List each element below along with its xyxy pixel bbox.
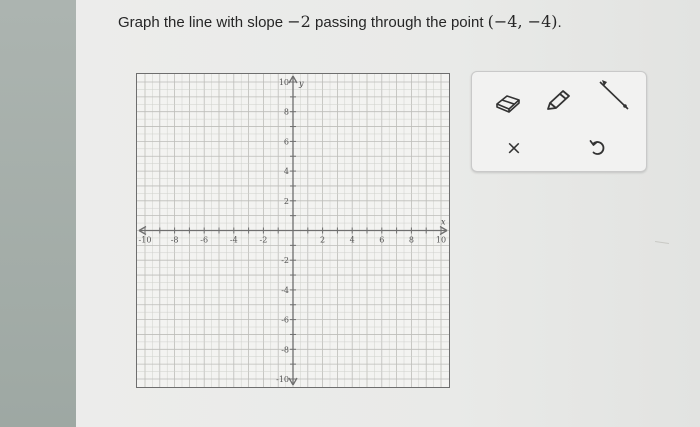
x-tick-label: -6 <box>200 236 208 245</box>
question-point: (−4, −4) <box>487 12 558 31</box>
line-tool-button[interactable] <box>594 80 634 112</box>
undo-button[interactable] <box>578 132 618 164</box>
drawing-toolbar: × <box>471 71 647 172</box>
question-text: Graph the line with slope −2 passing thr… <box>118 12 562 31</box>
y-tick-label: 2 <box>284 197 289 206</box>
x-tick-label: 8 <box>409 236 414 245</box>
clear-button[interactable]: × <box>494 132 534 164</box>
x-tick-label: -4 <box>230 236 238 245</box>
y-tick-label: 10 <box>279 78 289 87</box>
question-middle: passing through the point <box>310 14 488 31</box>
line-tool-icon <box>599 80 629 110</box>
y-tick-label: -2 <box>281 256 289 265</box>
x-tick-label: -8 <box>171 236 179 245</box>
y-tick-label: -6 <box>281 316 289 325</box>
y-tick-label: 4 <box>284 167 289 176</box>
y-tick-label: 8 <box>284 108 289 117</box>
y-tick-label: -4 <box>281 286 289 295</box>
x-tick-label: 4 <box>350 236 355 245</box>
pencil-icon <box>547 90 570 110</box>
left-sidebar-strip <box>0 0 76 427</box>
eraser-tool-button[interactable] <box>488 87 528 119</box>
x-tick-label: 2 <box>320 236 325 245</box>
y-axis-label: y <box>298 79 304 88</box>
x-tick-label: 6 <box>379 236 384 245</box>
x-tick-label: -2 <box>260 236 268 245</box>
y-tick-label: -8 <box>281 345 289 354</box>
x-axis-label: x <box>441 218 446 227</box>
coordinate-plane[interactable]: -10 -8 -6 -4 -2 2 4 6 8 10 10 8 6 4 2 -2 -4 -6 -8 -10 x y <box>137 74 449 387</box>
question-suffix: . <box>557 14 562 31</box>
pencil-tool-button[interactable] <box>538 85 578 117</box>
question-slope: −2 <box>287 12 311 31</box>
graph-area[interactable]: -10 -8 -6 -4 -2 2 4 6 8 10 10 8 6 4 2 -2 -4 -6 -8 -10 x y <box>136 73 450 388</box>
undo-icon <box>589 140 605 155</box>
y-tick-label: 6 <box>284 137 289 146</box>
x-tick-label: 10 <box>436 236 446 245</box>
question-prefix: Graph the line with slope <box>118 14 288 31</box>
eraser-icon <box>496 95 520 113</box>
y-tick-label: -10 <box>276 375 289 384</box>
x-tick-label: -10 <box>139 236 152 245</box>
clear-icon: × <box>506 137 522 159</box>
